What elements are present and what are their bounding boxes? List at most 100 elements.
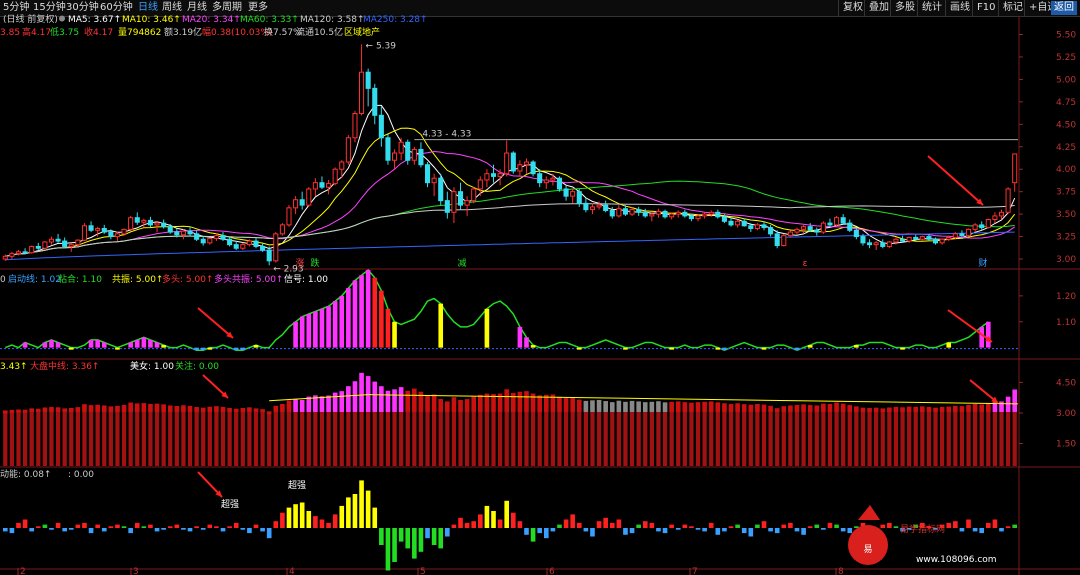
- candle-body: [807, 226, 813, 231]
- momentum-bar: [986, 522, 991, 528]
- volume-bar: [953, 411, 958, 466]
- candle-body: [260, 245, 266, 251]
- stock-chart[interactable]: 5.50 5.25 5.00 4.75 4.50 4.25 4.00 3.75 3.50 3.25…: [0, 0, 1080, 575]
- momentum-bar: [167, 526, 173, 528]
- momentum-bar: [636, 524, 641, 528]
- candle-body: [979, 224, 985, 229]
- volume-bar: [385, 411, 391, 466]
- volume-bar: [69, 411, 74, 466]
- momentum-bar: [557, 524, 562, 528]
- indicator3-bar: [689, 402, 694, 412]
- indicator3-bar: [200, 407, 206, 412]
- indicator3-bar: [953, 405, 958, 412]
- momentum-bar: [788, 522, 793, 528]
- indicator3-bar: [1005, 396, 1011, 412]
- momentum-bar: [741, 528, 747, 534]
- indicator2-bar: [253, 345, 259, 348]
- momentum-bar: [893, 526, 899, 528]
- volume-bar: [75, 411, 80, 466]
- candle-body: [55, 238, 61, 242]
- candle-body: [926, 236, 932, 240]
- candle-body: [108, 231, 114, 238]
- momentum-bar: [510, 512, 516, 528]
- candle-body: [471, 188, 477, 202]
- indicator3-bar: [22, 409, 28, 413]
- candle-body: [286, 207, 292, 226]
- indicator3-bar: [266, 411, 272, 415]
- candle-body: [180, 230, 186, 236]
- volume-bar: [333, 411, 338, 466]
- candle-body: [629, 209, 635, 215]
- indicator3-bar: [35, 408, 41, 412]
- volume-bar: [590, 411, 595, 466]
- momentum-bar: [484, 505, 490, 528]
- date-tick-label: 8: [838, 567, 844, 575]
- momentum-bar: [154, 528, 160, 532]
- indicator3-bar: [788, 405, 793, 412]
- quote-field-1: 高4.17: [22, 26, 51, 38]
- volume-bar: [926, 411, 932, 466]
- volume-bar: [907, 411, 912, 466]
- candle-body: [62, 240, 68, 247]
- candle-body: [484, 173, 490, 181]
- indicator3-bar: [108, 406, 114, 412]
- volume-bar: [808, 411, 813, 466]
- indicator3-bar: [695, 402, 701, 412]
- volume-bar: [847, 411, 852, 466]
- momentum-bar: [398, 528, 404, 542]
- indicator2-bar: [365, 270, 371, 348]
- indicator3-bar: [801, 404, 806, 412]
- indicator2-bar: [794, 347, 800, 351]
- candle-body: [860, 236, 866, 244]
- momentum-bar: [946, 522, 952, 528]
- momentum-bar: [101, 528, 107, 532]
- volume-bar: [544, 411, 549, 466]
- indicator2-bar: [346, 288, 351, 348]
- candle-body: [121, 228, 127, 235]
- indicator3-bar: [280, 403, 285, 412]
- momentum-bar: [445, 528, 450, 537]
- candle-body: [728, 220, 734, 226]
- indicator2-bar: [979, 326, 985, 348]
- candle-body: [550, 177, 556, 181]
- candle-body: [814, 229, 820, 233]
- indicator2-bar: [807, 345, 813, 348]
- volume-bar: [168, 411, 173, 466]
- momentum-bar: [62, 528, 67, 532]
- momentum-bar: [708, 522, 714, 528]
- volume-bar: [986, 411, 991, 466]
- indicator3-bar: [458, 399, 463, 412]
- candle-body: [959, 233, 965, 237]
- momentum-bar: [29, 528, 34, 532]
- volume-bar: [563, 411, 569, 466]
- momentum-bar: [35, 526, 41, 528]
- candle-body: [75, 239, 81, 246]
- volume-bar: [253, 411, 259, 466]
- momentum-bar: [55, 522, 61, 528]
- indicator3-bar: [920, 406, 925, 412]
- volume-bar: [372, 411, 377, 466]
- candle-body: [444, 200, 450, 213]
- volume-bar: [62, 411, 67, 466]
- candle-body: [695, 215, 701, 220]
- momentum-bar: [1012, 524, 1018, 528]
- momentum-bar: [814, 524, 820, 528]
- momentum-bar: [194, 526, 199, 528]
- volume-bar: [682, 411, 687, 466]
- volume-bar: [346, 411, 351, 466]
- momentum-bar: [794, 528, 800, 532]
- volume-bar: [775, 411, 780, 466]
- volume-bar: [445, 411, 450, 466]
- indicator3-bar: [939, 406, 945, 412]
- volume-bar: [656, 411, 661, 466]
- indicator3-bar: [365, 376, 371, 412]
- candle-body: [477, 179, 483, 190]
- momentum-bar: [880, 524, 886, 528]
- indicator3-bar: [445, 401, 450, 412]
- indicator3-bar: [253, 408, 259, 412]
- indicator3-bar: [214, 406, 219, 412]
- indicator3-bar: [999, 401, 1004, 412]
- indicator3-bar: [9, 409, 15, 413]
- momentum-bar: [392, 528, 397, 562]
- momentum-bar: [715, 528, 721, 535]
